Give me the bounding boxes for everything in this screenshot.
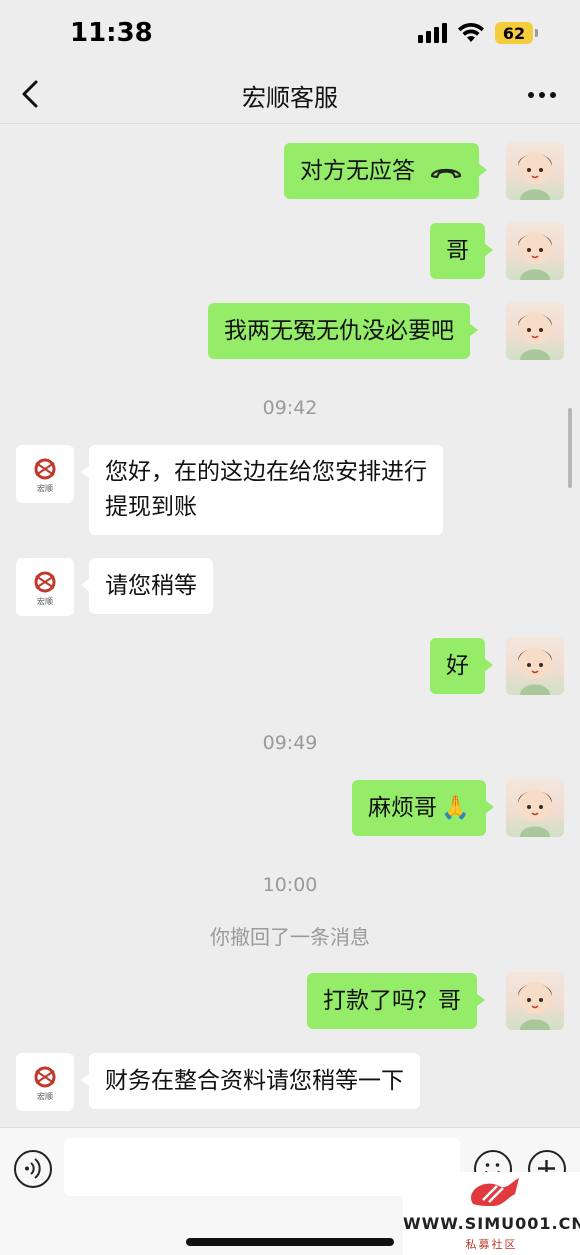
outgoing-message[interactable]: 好 — [430, 638, 493, 694]
message-text: 请您稍等 — [105, 573, 197, 599]
wifi-icon — [458, 22, 484, 42]
message-text-line: 您好，在的这边在给您安排进行 — [105, 459, 427, 485]
message-text: 麻烦哥 — [368, 795, 437, 821]
service-logo-text: 宏顺 — [37, 484, 53, 493]
user-avatar[interactable] — [506, 302, 564, 360]
message-text: 对方无应答 — [300, 158, 415, 184]
phone-hangup-icon — [430, 168, 462, 178]
scroll-indicator — [568, 408, 572, 488]
outgoing-message[interactable]: 麻烦哥 🙏 — [352, 780, 494, 836]
service-logo-text: 宏顺 — [37, 597, 53, 606]
incoming-message[interactable]: 请您稍等 — [81, 558, 213, 614]
service-avatar[interactable]: 宏顺 — [16, 558, 74, 616]
cellular-signal-icon — [418, 23, 447, 43]
message-timestamp: 09:49 — [262, 732, 318, 754]
incoming-message[interactable]: 您好，在的这边在给您安排进行 提现到账 — [81, 445, 443, 535]
message-text: 哥 — [446, 238, 469, 264]
message-text: 财务在整合资料请您稍等一下 — [105, 1068, 404, 1094]
message-text-line: 提现到账 — [105, 494, 197, 520]
message-text: 我两无冤无仇没必要吧 — [224, 318, 454, 344]
outgoing-message[interactable]: 哥 — [430, 223, 493, 279]
more-options-icon[interactable] — [528, 92, 556, 98]
status-icons: 62 — [418, 22, 538, 44]
nav-bar: 宏顺客服 — [0, 64, 580, 124]
recall-notice: 你撤回了一条消息 — [210, 925, 370, 949]
user-avatar[interactable] — [506, 972, 564, 1030]
outgoing-message[interactable]: 我两无冤无仇没必要吧 — [208, 303, 478, 359]
chat-title: 宏顺客服 — [242, 84, 338, 112]
message-timestamp: 10:00 — [262, 874, 318, 896]
service-logo-text: 宏顺 — [37, 1092, 53, 1101]
user-avatar[interactable] — [506, 222, 564, 280]
message-input[interactable] — [64, 1138, 460, 1196]
outgoing-message[interactable]: 对方无应答 — [284, 143, 487, 199]
watermark: WWW.SIMU001.CN 私募社区 — [403, 1172, 580, 1255]
watermark-url: WWW.SIMU001.CN — [403, 1214, 580, 1233]
chat-message-list[interactable]: 对方无应答 哥 我两无冤无仇没必要吧 09:42 宏顺 您好，在的这边在给您安排… — [0, 125, 580, 1127]
voice-icon — [25, 1158, 41, 1179]
user-avatar[interactable] — [506, 637, 564, 695]
outgoing-message[interactable]: 打款了吗？哥 — [307, 973, 485, 1029]
battery-tip — [535, 29, 538, 37]
message-timestamp: 09:42 — [262, 397, 318, 419]
message-text: 好 — [446, 653, 469, 679]
incoming-message[interactable]: 财务在整合资料请您稍等一下 — [81, 1053, 420, 1109]
battery-icon: 62 — [495, 22, 533, 44]
home-indicator — [186, 1238, 394, 1246]
user-avatar[interactable] — [506, 142, 564, 200]
service-avatar[interactable]: 宏顺 — [16, 445, 74, 503]
status-time: 11:38 — [70, 18, 153, 48]
watermark-subtitle: 私募社区 — [465, 1238, 518, 1251]
service-avatar[interactable]: 宏顺 — [16, 1053, 74, 1111]
status-bar: 11:38 62 — [0, 0, 580, 64]
voice-input-button[interactable] — [14, 1150, 52, 1188]
praying-hands-emoji: 🙏 — [441, 795, 470, 821]
message-text: 打款了吗？哥 — [323, 988, 461, 1014]
user-avatar[interactable] — [506, 779, 564, 837]
watermark-logo-icon — [471, 1178, 519, 1206]
